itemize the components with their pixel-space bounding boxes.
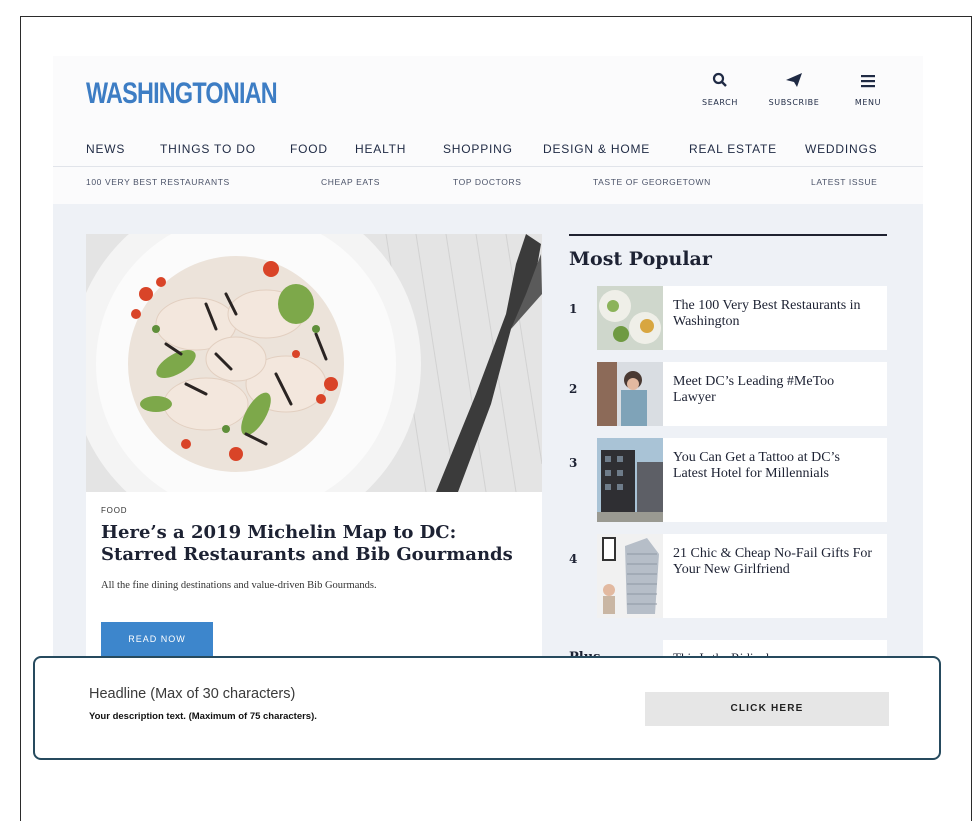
subscribe-button[interactable]: SUBSCRIBE <box>759 70 829 107</box>
ad-banner-overlay: Headline (Max of 30 characters) Your des… <box>33 656 941 760</box>
popular-item-1[interactable]: 1 The 100 Very Best Restaurants in Washi… <box>569 286 887 350</box>
nav-weddings[interactable]: WEDDINGS <box>805 142 877 156</box>
nav-news[interactable]: NEWS <box>86 142 125 156</box>
popular-rank: 1 <box>569 302 578 316</box>
hamburger-menu-icon <box>833 70 903 94</box>
popular-item-2[interactable]: 2 Meet DC’s Leading #MeToo Lawyer <box>569 362 887 426</box>
click-here-button[interactable]: CLICK HERE <box>645 692 889 726</box>
subnav-top-doctors[interactable]: TOP DOCTORS <box>453 177 521 187</box>
story-description: All the fine dining destinations and val… <box>101 580 377 591</box>
popular-rank: 2 <box>569 382 578 396</box>
popular-title: You Can Get a Tattoo at DC’s Latest Hote… <box>663 438 887 522</box>
popular-thumbnail <box>597 534 663 618</box>
popular-title: The 100 Very Best Restaurants in Washing… <box>663 286 887 350</box>
crudo-plate-illustration <box>86 234 542 492</box>
main-navigation: NEWS THINGS TO DO FOOD HEALTH SHOPPING D… <box>53 136 923 166</box>
search-icon <box>685 70 755 94</box>
subnav-latest-issue[interactable]: LATEST ISSUE <box>811 177 877 187</box>
story-headline[interactable]: Here’s a 2019 Michelin Map to DC: Starre… <box>101 522 521 566</box>
nav-food[interactable]: FOOD <box>290 142 328 156</box>
website: WASHINGTONIAN SEARCH SUBSCRIBE MENU NEWS… <box>53 56 923 749</box>
site-header: WASHINGTONIAN SEARCH SUBSCRIBE MENU <box>53 56 923 136</box>
subnav-taste-of-georgetown[interactable]: TASTE OF GEORGETOWN <box>593 177 711 187</box>
popular-thumbnail <box>597 362 663 426</box>
subscribe-label: SUBSCRIBE <box>768 98 820 107</box>
menu-button[interactable]: MENU <box>833 70 903 107</box>
popular-title: 21 Chic & Cheap No-Fail Gifts For Your N… <box>663 534 887 618</box>
paper-plane-icon <box>759 70 829 94</box>
popular-thumbnail <box>597 438 663 522</box>
search-button[interactable]: SEARCH <box>685 70 755 107</box>
most-popular-heading: Most Popular <box>569 248 712 270</box>
read-now-button[interactable]: READ NOW <box>101 622 213 656</box>
ad-description: Your description text. (Maximum of 75 ch… <box>89 711 317 722</box>
nav-shopping[interactable]: SHOPPING <box>443 142 513 156</box>
popular-item-4[interactable]: 4 21 Chic & Cheap No-Fail Gifts For Your… <box>569 534 887 618</box>
feature-image[interactable] <box>86 234 542 492</box>
most-popular-panel: Most Popular 1 The 100 Very Best Restaur… <box>569 234 887 670</box>
nav-design-home[interactable]: DESIGN & HOME <box>543 142 650 156</box>
subnav-cheap-eats[interactable]: CHEAP EATS <box>321 177 380 187</box>
popular-rank: 4 <box>569 552 578 566</box>
popular-thumbnail <box>597 286 663 350</box>
ad-headline: Headline (Max of 30 characters) <box>89 686 296 702</box>
nav-things-to-do[interactable]: THINGS TO DO <box>160 142 256 156</box>
story-category[interactable]: FOOD <box>101 506 127 515</box>
search-label: SEARCH <box>702 98 738 107</box>
menu-label: MENU <box>854 98 882 107</box>
subnav-100-best-restaurants[interactable]: 100 VERY BEST RESTAURANTS <box>86 177 230 187</box>
nav-health[interactable]: HEALTH <box>355 142 406 156</box>
site-logo[interactable]: WASHINGTONIAN <box>86 77 278 111</box>
popular-rank: 3 <box>569 456 578 470</box>
popular-item-3[interactable]: 3 You Can Get a Tattoo at DC’s Latest Ho… <box>569 438 887 522</box>
sub-navigation: 100 VERY BEST RESTAURANTS CHEAP EATS TOP… <box>53 166 923 204</box>
popular-title: Meet DC’s Leading #MeToo Lawyer <box>663 362 887 426</box>
nav-real-estate[interactable]: REAL ESTATE <box>689 142 777 156</box>
